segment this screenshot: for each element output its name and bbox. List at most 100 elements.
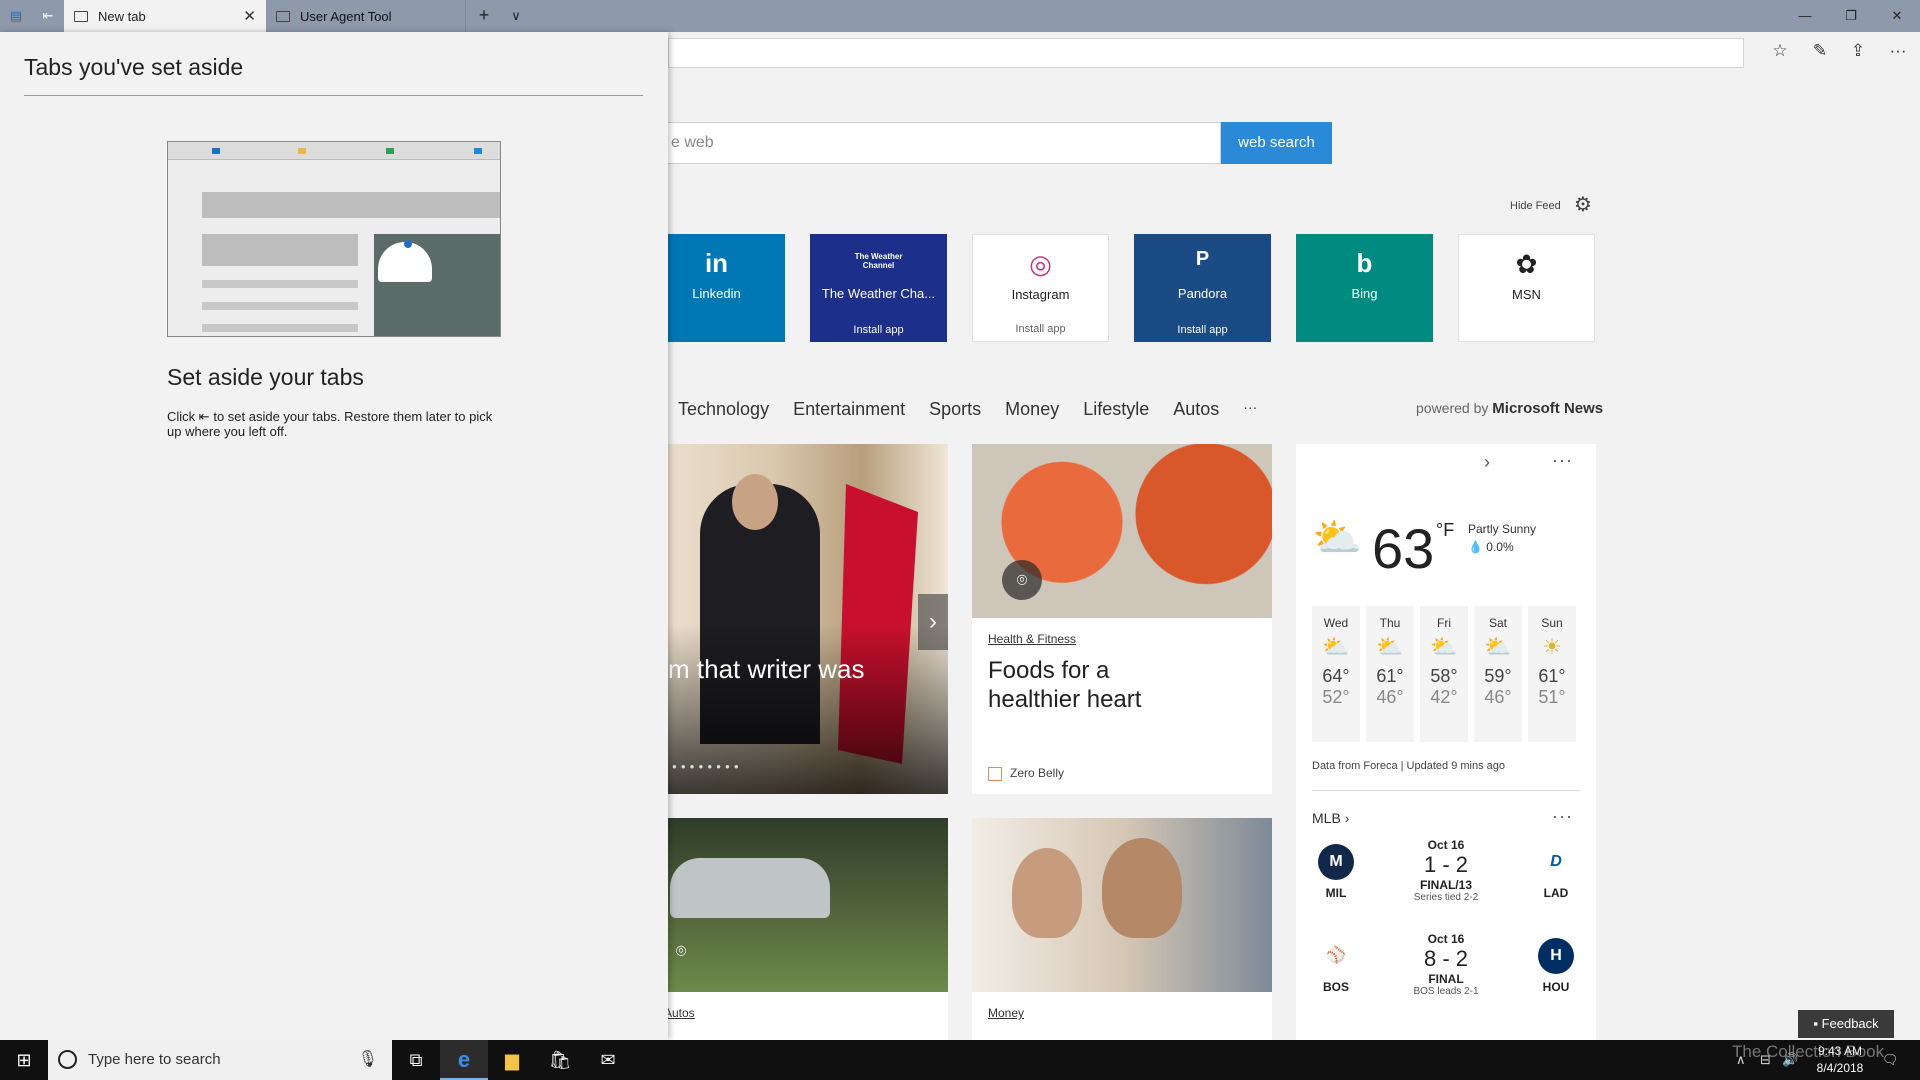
category-lifestyle[interactable]: Lifestyle [1083, 399, 1149, 420]
notifications-icon[interactable]: 🗨 [1882, 1040, 1899, 1080]
linkedin-icon: in [704, 248, 729, 278]
story-category[interactable]: Money [988, 1006, 1024, 1020]
microsoft-news-brand[interactable]: Microsoft News [1492, 400, 1603, 417]
more-categories-button[interactable]: ··· [1243, 399, 1257, 420]
score: 1 - 2 [1423, 852, 1469, 877]
category-money[interactable]: Money [1005, 399, 1059, 420]
tile-label: MSN [1512, 287, 1541, 302]
share-icon[interactable]: ⇪ [1846, 41, 1870, 61]
weather-source[interactable]: Data from Foreca | Updated 9 mins ago [1312, 760, 1505, 772]
tile-bing[interactable]: b Bing [1296, 234, 1433, 342]
team-away[interactable]: ⚾ BOS [1312, 938, 1360, 994]
tile-linkedin[interactable]: in Linkedin [648, 234, 785, 342]
title-bar: ▤ ⇤ New tab ✕ User Agent Tool + ∨ — ❐ ✕ [0, 0, 1920, 32]
restore-button[interactable]: ❐ [1828, 0, 1874, 32]
story-category[interactable]: Autos [664, 1006, 695, 1020]
more-icon[interactable]: ··· [1886, 41, 1910, 61]
team-away[interactable]: M MIL [1312, 844, 1360, 900]
forecast-day[interactable]: Thu ⛅ 61° 46° [1366, 606, 1414, 742]
hide-feed-link[interactable]: Hide Feed [1510, 200, 1561, 212]
install-app-link[interactable]: Install app [973, 323, 1108, 335]
team-logo-icon: D [1538, 844, 1574, 880]
low-temp: 42° [1430, 687, 1458, 707]
tile-weather-channel[interactable]: The Weather Channel The Weather Cha... I… [810, 234, 947, 342]
chevron-right-icon[interactable]: › [1484, 452, 1490, 473]
web-search-button[interactable]: web search [1221, 122, 1332, 164]
msn-icon: ✿ [1515, 249, 1538, 279]
taskbar: ⊞ Type here to search 🎙 ⧉ e ▆ 🛍 ✉ ∧ ⊟ 🔊 … [0, 1040, 1920, 1080]
weather-channel-icon: The Weather Channel [854, 252, 903, 270]
team-home[interactable]: H HOU [1532, 938, 1580, 994]
story-card-hero[interactable]: › m that writer was ●●●●●●●● [660, 444, 948, 794]
store-icon[interactable]: 🛍 [536, 1040, 584, 1080]
tile-msn[interactable]: ✿ MSN [1458, 234, 1595, 342]
forecast-day[interactable]: Sun ☀ 61° 51° [1528, 606, 1576, 742]
feedback-button[interactable]: ▪ Feedback [1798, 1010, 1894, 1038]
task-view-icon[interactable]: ⧉ [392, 1040, 440, 1080]
score: 8 - 2 [1423, 946, 1469, 971]
camera-icon: ⌾ [675, 941, 687, 961]
illustration-dot [404, 240, 412, 248]
carousel-dots[interactable]: ●●●●●●●● [672, 762, 743, 771]
install-app-link[interactable]: Install app [1134, 324, 1271, 336]
partly-sunny-icon: ⛅ [1484, 634, 1512, 659]
gear-icon[interactable]: ⚙ [1574, 192, 1592, 217]
series-note: BOS leads 2-1 [1413, 986, 1479, 997]
forecast-day[interactable]: Wed ⛅ 64° 52° [1312, 606, 1360, 742]
chevron-right-icon[interactable]: › [918, 594, 948, 650]
new-tab-button[interactable]: + [472, 5, 496, 26]
temperature-unit[interactable]: °F [1436, 520, 1454, 541]
low-temp: 46° [1484, 687, 1512, 707]
chevron-down-icon[interactable]: ∨ [504, 8, 528, 24]
tile-label: Pandora [1177, 286, 1228, 301]
tab-user-agent-tool[interactable]: User Agent Tool [266, 0, 466, 32]
story-category[interactable]: Health & Fitness [988, 632, 1076, 646]
forecast-day[interactable]: Fri ⛅ 58° 42° [1420, 606, 1468, 742]
mail-icon[interactable]: ✉ [584, 1040, 632, 1080]
pen-icon[interactable]: ✎ [1808, 41, 1832, 61]
team-abbr: BOS [1322, 980, 1349, 994]
tile-label: Instagram [1011, 287, 1070, 302]
taskbar-search-placeholder: Type here to search [88, 1051, 221, 1068]
date: 8/4/2018 [1816, 1061, 1864, 1075]
tile-pandora[interactable]: P Pandora Install app [1134, 234, 1271, 342]
partly-sunny-icon: ⛅ [1376, 634, 1404, 659]
microphone-icon[interactable]: 🎙 [358, 1049, 378, 1069]
edge-icon[interactable]: e [440, 1040, 488, 1080]
install-app-link[interactable]: Install app [810, 324, 947, 336]
team-home[interactable]: D LAD [1532, 844, 1580, 900]
search-input[interactable]: e web [660, 122, 1221, 164]
illustration-line [202, 280, 358, 288]
more-options-icon[interactable]: ··· [1552, 806, 1573, 827]
address-bar[interactable] [668, 38, 1744, 68]
more-options-icon[interactable]: ··· [1552, 450, 1573, 471]
story-card[interactable]: Money [972, 818, 1272, 1040]
story-card[interactable]: ⌾ Autos [660, 818, 948, 1040]
illustration-tab-mark [212, 148, 220, 154]
tab-new-tab[interactable]: New tab ✕ [64, 0, 266, 32]
forecast-day[interactable]: Sat ⛅ 59° 46° [1474, 606, 1522, 742]
tile-label: The Weather Cha... [821, 286, 936, 301]
file-explorer-icon[interactable]: ▆ [488, 1040, 536, 1080]
game-score[interactable]: Oct 16 1 - 2 FINAL/13 Series tied 2-2 [1396, 838, 1496, 903]
close-icon[interactable]: ✕ [243, 7, 256, 25]
category-technology[interactable]: Technology [678, 399, 769, 420]
game-score[interactable]: Oct 16 8 - 2 FINAL BOS leads 2-1 [1396, 932, 1496, 997]
partly-sunny-icon: ⛅ [1430, 634, 1458, 659]
favorites-icon[interactable]: ☆ [1768, 41, 1792, 61]
close-window-button[interactable]: ✕ [1874, 0, 1920, 32]
category-sports[interactable]: Sports [929, 399, 981, 420]
team-logo-icon: H [1538, 938, 1574, 974]
category-entertainment[interactable]: Entertainment [793, 399, 905, 420]
mlb-link[interactable]: MLB › [1312, 810, 1349, 826]
team-logo-icon: ⚾ [1318, 938, 1354, 974]
weather-widget[interactable]: › ··· ⛅ 63 °F Partly Sunny 💧 0.0% Wed ⛅ … [1296, 444, 1596, 1040]
tile-instagram[interactable]: ◎ Instagram Install app [972, 234, 1109, 342]
set-aside-tabs-icon[interactable]: ⇤ [38, 6, 58, 26]
category-autos[interactable]: Autos [1173, 399, 1219, 420]
minimize-button[interactable]: — [1782, 0, 1828, 32]
tab-preview-icon[interactable]: ▤ [6, 6, 26, 26]
story-card[interactable]: ⌾ Health & Fitness Foods for a healthier… [972, 444, 1272, 794]
windows-start-icon[interactable]: ⊞ [0, 1040, 48, 1080]
taskbar-search[interactable]: Type here to search 🎙 [48, 1040, 392, 1080]
